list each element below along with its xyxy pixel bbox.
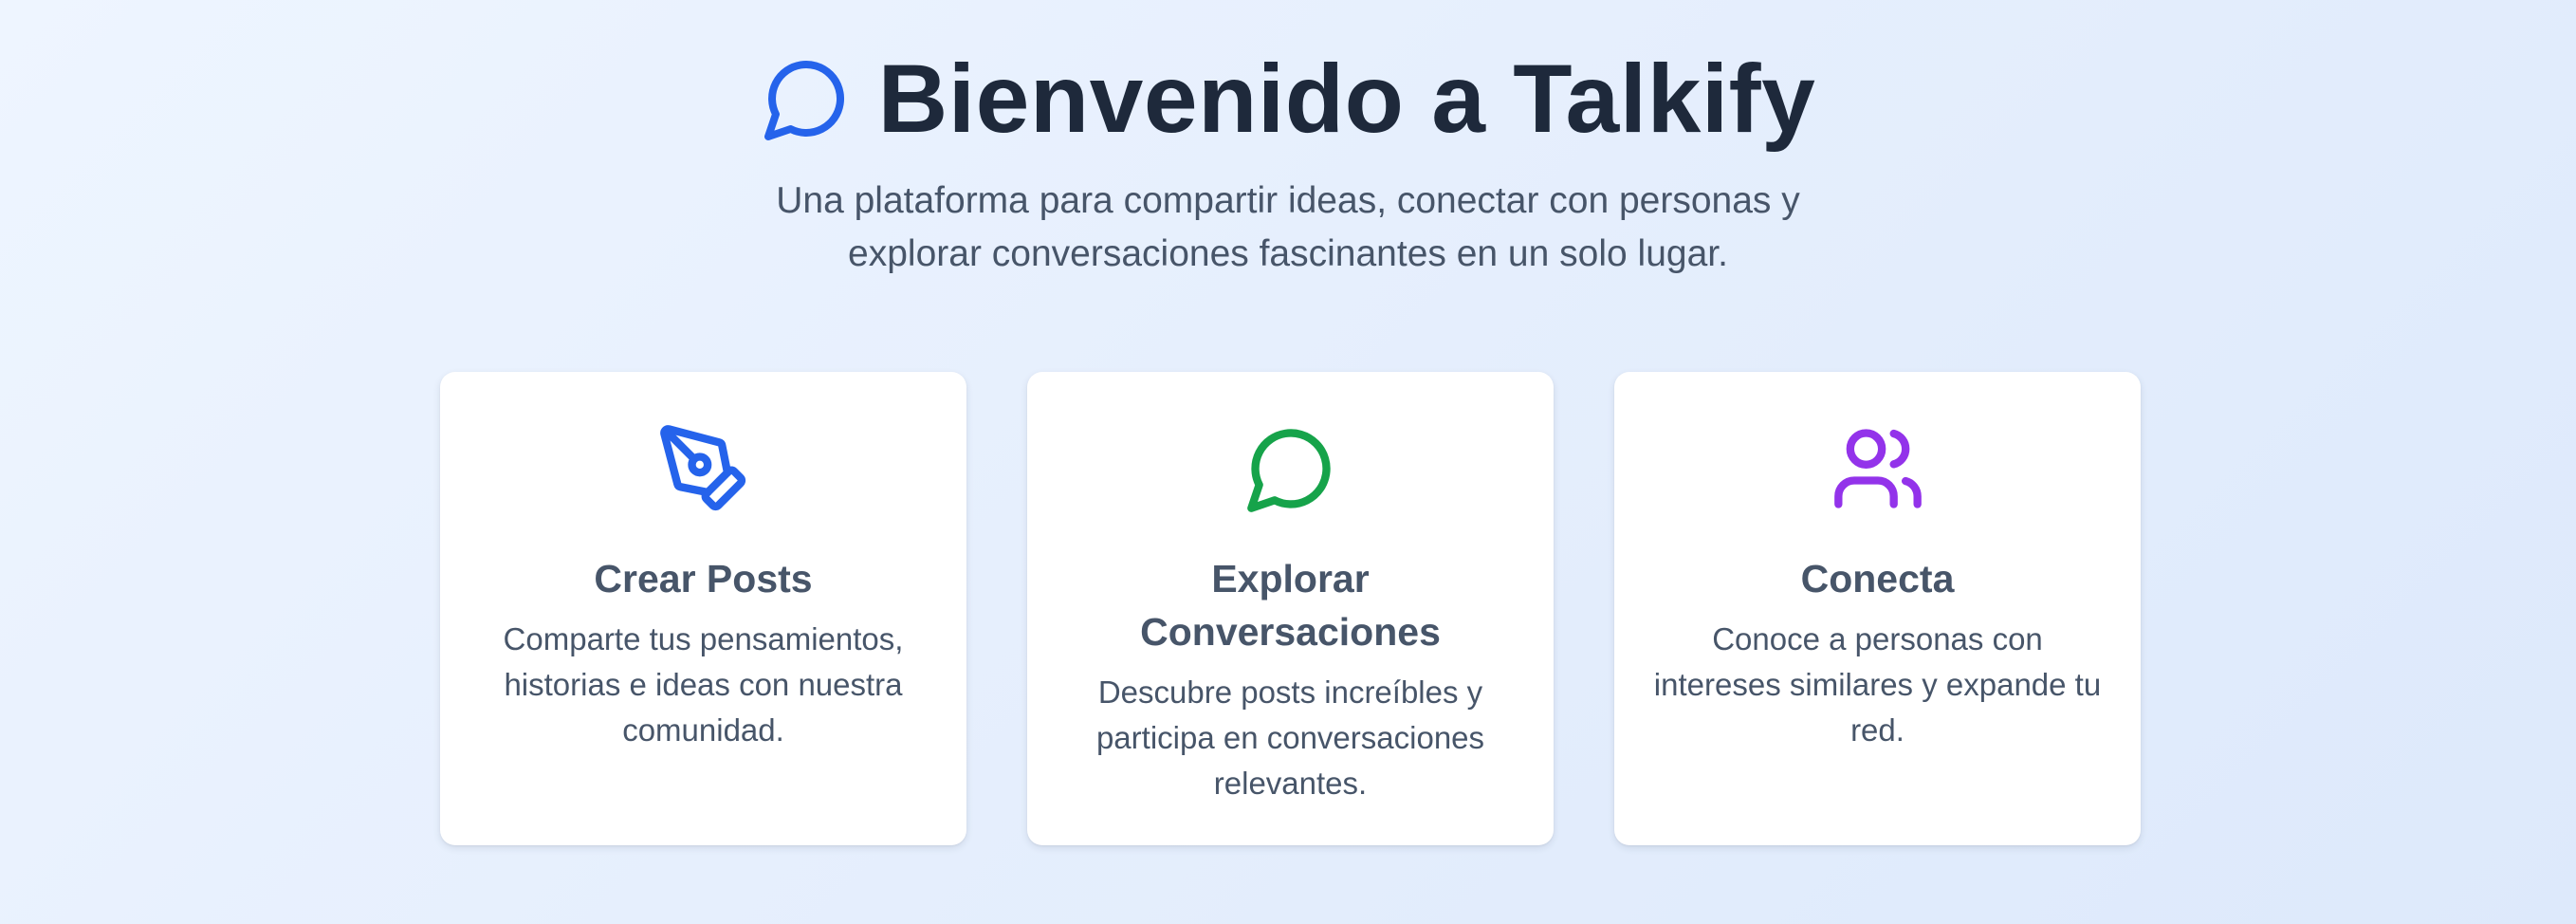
card-description: Conoce a personas con intereses similare… (1653, 621, 2102, 748)
feature-card-connect: Conecta Conoce a personas con intereses … (1614, 372, 2141, 845)
chat-bubble-icon (764, 60, 844, 140)
feature-card-explore-conversations: Explorar Conversaciones Descubre posts i… (1027, 372, 1554, 845)
card-description: Comparte tus pensamientos, historias e i… (503, 621, 904, 748)
feature-card-create-posts: Crear Posts Comparte tus pensamientos, h… (440, 372, 966, 845)
subtitle-line-1: Una plataforma para compartir ideas, con… (776, 180, 1800, 221)
card-title: Conecta (1800, 557, 1955, 601)
pen-tool-icon (659, 425, 745, 511)
title-row: Bienvenido a Talkify (0, 42, 2576, 156)
message-circle-icon (1246, 429, 1331, 512)
users-icon (1833, 429, 1922, 508)
page-subtitle: Una plataforma para compartir ideas, con… (0, 175, 2576, 281)
card-description: Descubre posts increíbles y participa en… (1095, 675, 1485, 801)
card-title: Crear Posts (594, 557, 813, 601)
subtitle-line-2: explorar conversaciones fascinantes en u… (848, 233, 1728, 274)
page-title: Bienvenido a Talkify (877, 45, 1816, 153)
card-title: Explorar Conversaciones (1140, 557, 1441, 654)
feature-cards: Crear Posts Comparte tus pensamientos, h… (440, 372, 2142, 845)
